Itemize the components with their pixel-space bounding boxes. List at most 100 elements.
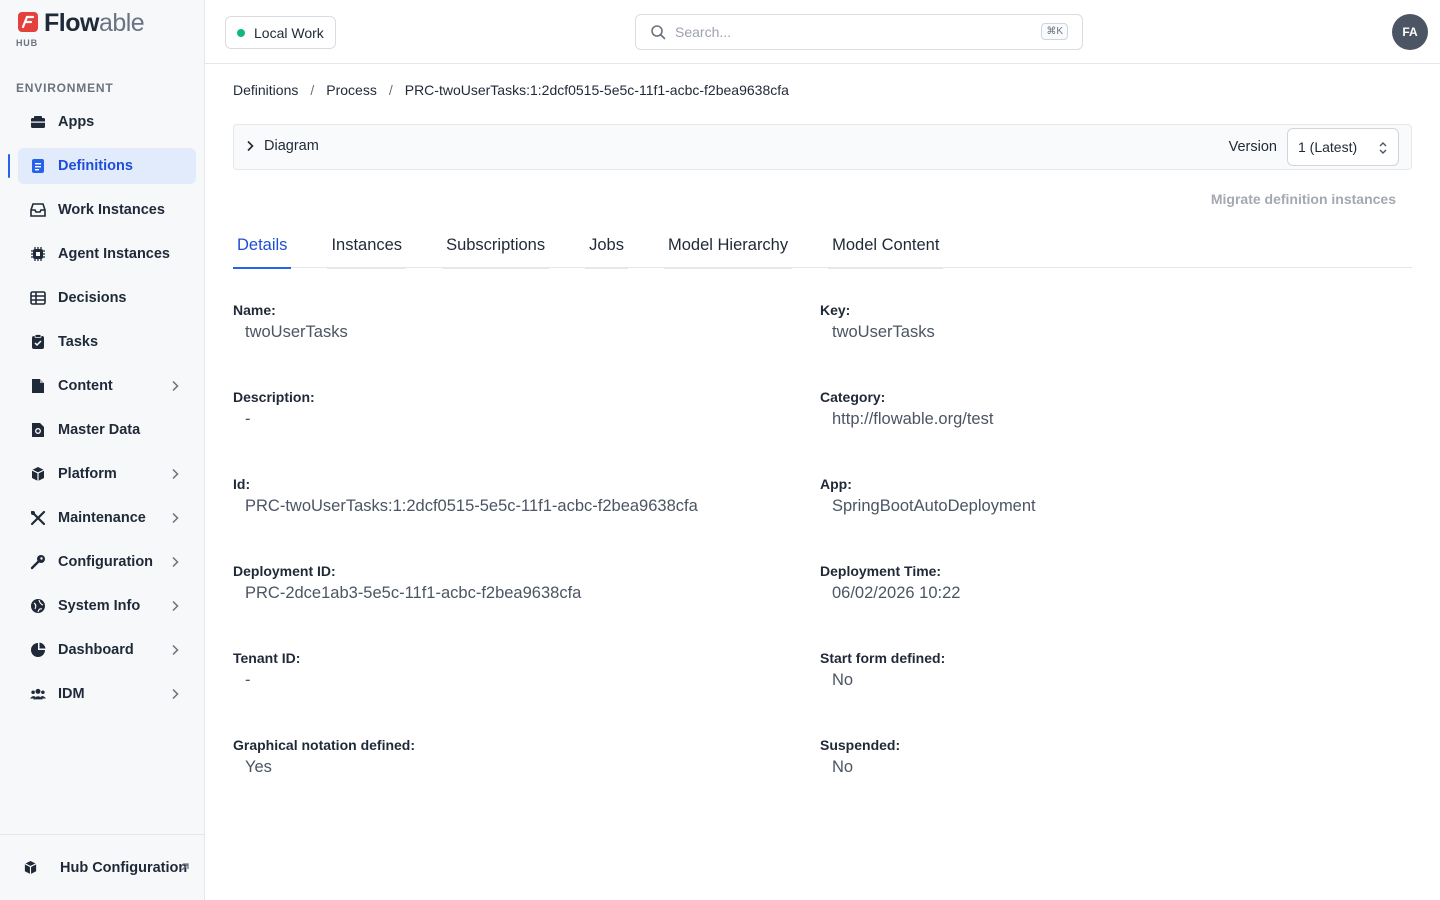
breadcrumb-definitions[interactable]: Definitions bbox=[233, 82, 298, 98]
sidebar-item-master-data[interactable]: Master Data bbox=[18, 412, 196, 448]
sidebar-item-definitions[interactable]: Definitions bbox=[8, 148, 196, 184]
sidebar-item-maintenance[interactable]: Maintenance bbox=[18, 500, 196, 536]
sidebar-item-label: Tasks bbox=[58, 334, 99, 350]
workspace-selector[interactable]: Local Work bbox=[225, 16, 336, 49]
environment-label: ENVIRONMENT bbox=[16, 81, 114, 95]
hub-configuration-label: Hub Configuration bbox=[60, 859, 188, 876]
chevron-right-icon bbox=[168, 467, 182, 481]
sidebar-item-label: Dashboard bbox=[58, 642, 134, 658]
field-name: Name: twoUserTasks bbox=[233, 302, 348, 342]
chevron-right-icon bbox=[168, 643, 182, 657]
idm-icon bbox=[30, 686, 46, 702]
search-icon bbox=[651, 25, 666, 40]
chevron-right-icon bbox=[168, 687, 182, 701]
sidebar-item-dashboard[interactable]: Dashboard bbox=[18, 632, 196, 668]
field-value: Yes bbox=[245, 758, 272, 776]
field-value: PRC-2dce1ab3-5e5c-11f1-acbc-f2bea9638cfa bbox=[245, 584, 582, 602]
sidebar-nav: Apps Definitions Work Instances Agent Insta… bbox=[8, 104, 196, 720]
tab-instances[interactable]: Instances bbox=[327, 230, 406, 269]
field-graphical-notation-defined: Graphical notation defined: Yes bbox=[233, 737, 415, 777]
hub-configuration-icon bbox=[22, 860, 38, 876]
breadcrumb: Definitions / Process / PRC-twoUserTasks… bbox=[233, 82, 789, 98]
work-instances-icon bbox=[30, 202, 46, 218]
tasks-icon bbox=[30, 334, 46, 350]
sidebar-item-agent-instances[interactable]: Agent Instances bbox=[18, 236, 196, 272]
field-label: Start form defined: bbox=[820, 650, 946, 666]
sidebar-item-system-info[interactable]: System Info bbox=[18, 588, 196, 624]
version-label: Version bbox=[1228, 139, 1277, 155]
sidebar-item-label: Decisions bbox=[58, 290, 127, 306]
field-value: No bbox=[832, 758, 854, 776]
sidebar-item-content[interactable]: Content bbox=[18, 368, 196, 404]
chevron-right-icon bbox=[168, 511, 182, 525]
chevron-right-icon bbox=[168, 379, 182, 393]
field-value: 06/02/2026 10:22 bbox=[832, 584, 961, 602]
top-header: Local Work ⌘K FA bbox=[205, 0, 1440, 64]
search-box[interactable]: ⌘K bbox=[635, 14, 1083, 50]
tab-jobs[interactable]: Jobs bbox=[585, 230, 628, 269]
tab-model-hierarchy[interactable]: Model Hierarchy bbox=[663, 230, 793, 269]
chevron-right-icon bbox=[246, 140, 256, 152]
migrate-definition-instances-button[interactable]: Migrate definition instances bbox=[1211, 191, 1396, 207]
field-label: Tenant ID: bbox=[233, 650, 301, 666]
sidebar-item-work-instances[interactable]: Work Instances bbox=[18, 192, 196, 228]
field-label: Suspended: bbox=[820, 737, 901, 753]
sidebar-item-label: Master Data bbox=[58, 422, 141, 438]
field-label: App: bbox=[820, 476, 852, 492]
field-start-form-defined: Start form defined: No bbox=[820, 650, 945, 690]
sidebar: Flowable HUB ENVIRONMENT Apps Definitions… bbox=[0, 0, 205, 900]
sidebar-item-platform[interactable]: Platform bbox=[18, 456, 196, 492]
sidebar-item-configuration[interactable]: Configuration bbox=[18, 544, 196, 580]
field-key: Key: twoUserTasks bbox=[820, 302, 935, 342]
workspace-status-dot bbox=[237, 28, 245, 37]
breadcrumb-separator: / bbox=[310, 82, 315, 98]
sidebar-item-tasks[interactable]: Tasks bbox=[18, 324, 196, 360]
diagram-label: Diagram bbox=[264, 138, 319, 154]
tab-details[interactable]: Details bbox=[233, 230, 292, 269]
sidebar-item-apps[interactable]: Apps bbox=[18, 104, 196, 140]
system-info-icon bbox=[30, 598, 46, 614]
breadcrumb-separator: / bbox=[388, 82, 393, 98]
configuration-icon bbox=[30, 554, 46, 570]
external-link-icon bbox=[181, 863, 189, 871]
tab-model-content[interactable]: Model Content bbox=[828, 230, 944, 269]
sidebar-item-label: Work Instances bbox=[58, 202, 165, 218]
version-select[interactable]: 1 (Latest) bbox=[1287, 128, 1399, 166]
search-input[interactable] bbox=[675, 24, 1015, 40]
flowable-hub-logo[interactable]: Flowable HUB bbox=[16, 9, 156, 50]
master-data-icon bbox=[30, 422, 46, 438]
breadcrumb-process[interactable]: Process bbox=[326, 82, 377, 98]
field-label: Category: bbox=[820, 389, 886, 405]
definitions-icon bbox=[30, 158, 46, 174]
field-category: Category: http://flowable.org/test bbox=[820, 389, 993, 429]
dashboard-icon bbox=[30, 642, 46, 658]
tab-subscriptions[interactable]: Subscriptions bbox=[442, 230, 550, 269]
field-value: twoUserTasks bbox=[832, 323, 935, 341]
agent-instances-icon bbox=[30, 246, 46, 262]
sidebar-item-label: Maintenance bbox=[58, 510, 146, 526]
hub-configuration-link[interactable]: Hub Configuration bbox=[0, 834, 205, 900]
field-label: Name: bbox=[233, 302, 276, 318]
diagram-toggle[interactable]: Diagram bbox=[246, 138, 319, 154]
sidebar-item-decisions[interactable]: Decisions bbox=[18, 280, 196, 316]
decisions-icon bbox=[30, 290, 46, 306]
field-value: - bbox=[245, 410, 251, 428]
sidebar-item-idm[interactable]: IDM bbox=[18, 676, 196, 712]
chevron-right-icon bbox=[168, 555, 182, 569]
field-label: Graphical notation defined: bbox=[233, 737, 416, 753]
field-deployment-id: Deployment ID: PRC-2dce1ab3-5e5c-11f1-acb… bbox=[233, 563, 581, 603]
diagram-panel: Diagram Version 1 (Latest) bbox=[233, 124, 1412, 170]
brand-sub: HUB bbox=[16, 38, 38, 48]
field-value: http://flowable.org/test bbox=[832, 410, 994, 428]
field-label: Description: bbox=[233, 389, 315, 405]
maintenance-icon bbox=[30, 510, 46, 526]
user-avatar[interactable]: FA bbox=[1392, 14, 1428, 50]
brand-name: Flowable bbox=[44, 9, 145, 37]
field-value: SpringBootAutoDeployment bbox=[832, 497, 1036, 515]
chevron-right-icon bbox=[168, 599, 182, 613]
field-id: Id: PRC-twoUserTasks:1:2dcf0515-5e5c-11f1… bbox=[233, 476, 698, 516]
field-label: Id: bbox=[233, 476, 251, 492]
sidebar-item-label: Agent Instances bbox=[58, 246, 170, 262]
field-label: Deployment ID: bbox=[233, 563, 336, 579]
sidebar-item-label: Platform bbox=[58, 466, 117, 482]
